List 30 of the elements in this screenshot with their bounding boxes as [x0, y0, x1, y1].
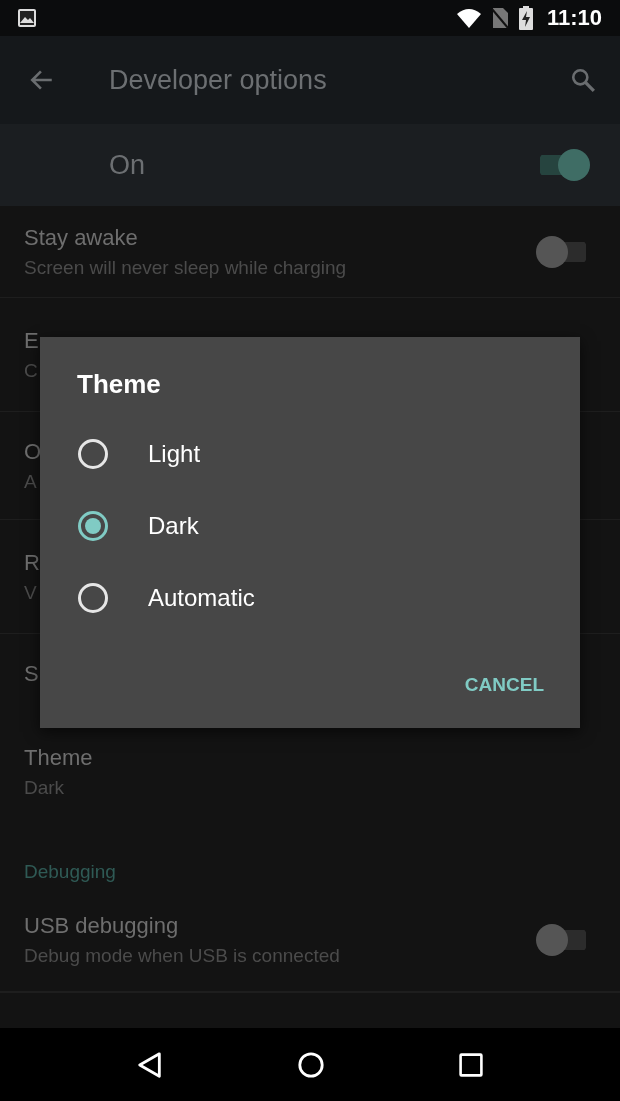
setting-title: O: [24, 438, 42, 465]
option-label[interactable]: Dark: [148, 512, 199, 540]
option-label[interactable]: Automatic: [148, 584, 255, 612]
option-label[interactable]: Light: [148, 440, 201, 468]
section-header: Debugging: [24, 861, 116, 883]
battery-charging-icon: [518, 6, 533, 30]
setting-summary: V: [24, 581, 37, 604]
radio-button[interactable]: [77, 510, 109, 542]
wifi-icon: [456, 8, 481, 28]
setting-title: Theme: [24, 745, 93, 771]
clock-time: 11:10: [546, 5, 602, 31]
search-icon[interactable]: [570, 67, 596, 93]
master-switch-label: On: [109, 149, 147, 181]
setting-title: Stay awake: [24, 224, 138, 251]
screen-title: Developer options: [109, 64, 328, 96]
home-icon[interactable]: [297, 1050, 325, 1079]
setting-title: E: [24, 327, 39, 354]
cancel-button[interactable]: CANCEL: [464, 666, 544, 704]
setting-title: USB debugging: [24, 913, 179, 939]
image-icon: [17, 8, 37, 28]
no-sim-icon: [490, 7, 509, 29]
setting-title: R: [24, 549, 40, 576]
setting-summary: Screen will never sleep while charging: [24, 256, 347, 279]
dialog-title: Theme: [77, 369, 162, 400]
setting-summary: Debug mode when USB is connected: [24, 945, 340, 967]
setting-title: S: [24, 661, 39, 687]
setting-summary: Dark: [24, 777, 65, 799]
recents-icon[interactable]: [457, 1051, 484, 1078]
setting-summary: A: [24, 470, 37, 493]
setting-summary: C: [24, 359, 38, 382]
